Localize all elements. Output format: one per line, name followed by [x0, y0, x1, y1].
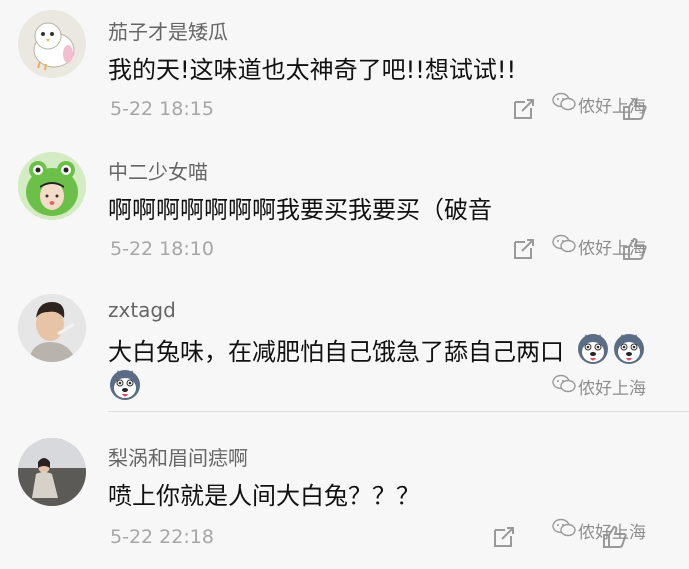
comment-item: 茄子才是矮瓜 我的天!这味道也太神奇了吧!!想试试!! 5-22 18:15 侬… [0, 0, 689, 140]
comment-username[interactable]: 梨涡和眉间痣啊 [108, 442, 248, 471]
comment-content: 喷上你就是人间大白兔？？？ [108, 482, 420, 510]
comment-item: zxtagd 大白兔味，在减肥怕自己饿急了舔自己两口 侬好上海 [0, 282, 689, 412]
wechat-logo-icon [552, 234, 576, 253]
husky-emoji-icon [110, 370, 140, 400]
frog-hat-avatar-icon [18, 152, 86, 220]
husky-emoji-icon [578, 334, 608, 364]
comment-content: 我的天!这味道也太神奇了吧!!想试试!! [108, 56, 517, 84]
avatar[interactable] [18, 438, 86, 506]
avatar[interactable] [18, 10, 86, 78]
comment-time: 5-22 18:15 [110, 98, 214, 120]
comment-list: 茄子才是矮瓜 我的天!这味道也太神奇了吧!!想试试!! 5-22 18:15 侬… [0, 0, 689, 569]
avatar[interactable] [18, 152, 86, 220]
comment-content: 啊啊啊啊啊啊啊我要买我要买（破音 [108, 196, 492, 224]
man-photo-avatar-icon [18, 294, 86, 362]
comment-time: 5-22 18:10 [110, 238, 214, 260]
comment-item: 中二少女喵 啊啊啊啊啊啊啊我要买我要买（破音 5-22 18:10 侬好上海 [0, 140, 689, 282]
avatar[interactable] [18, 294, 86, 362]
woman-photo-avatar-icon [18, 438, 86, 506]
husky-emoji-icon [614, 334, 644, 364]
reply-icon[interactable] [492, 525, 516, 549]
reply-icon[interactable] [512, 97, 536, 121]
watermark-text: 侬好上海 [578, 97, 646, 117]
comment-content: 大白兔味，在减肥怕自己饿急了舔自己两口 [108, 338, 564, 366]
watermark-text: 侬好上海 [578, 239, 646, 259]
wechat-logo-icon [552, 374, 576, 393]
comment-username[interactable]: 茄子才是矮瓜 [108, 16, 228, 45]
watermark-text: 侬好上海 [578, 379, 646, 399]
comment-time: 5-22 22:18 [110, 526, 214, 548]
wechat-logo-icon [552, 92, 576, 111]
comment-username[interactable]: zxtagd [108, 298, 176, 322]
wechat-logo-icon [552, 518, 576, 537]
reply-icon[interactable] [512, 237, 536, 261]
comment-item: 梨涡和眉间痣啊 喷上你就是人间大白兔？？？ 5-22 22:18 侬好上海 [0, 412, 689, 569]
comment-username[interactable]: 中二少女喵 [108, 156, 208, 185]
watermark-text: 侬好上海 [578, 523, 646, 543]
bird-avatar-icon [18, 10, 86, 78]
